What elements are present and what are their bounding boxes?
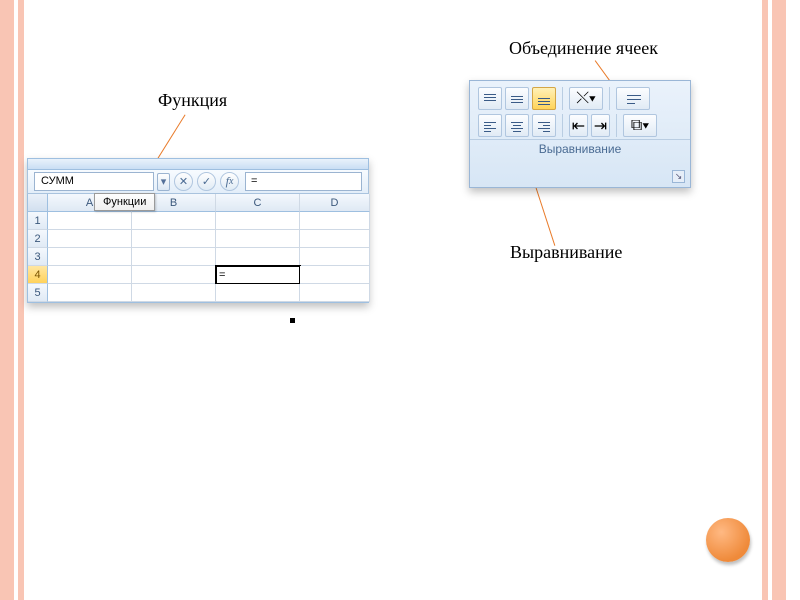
decrease-indent-icon[interactable]: ⇤ [569,114,588,137]
name-box[interactable]: СУММ [34,172,154,191]
excel-fragment: СУММ ▾ ✕ ✓ fx = A B C D 1 2 3 4 = 5 [27,158,369,303]
cell-a3[interactable] [48,248,132,266]
row-header-5[interactable]: 5 [28,284,48,302]
fill-handle[interactable] [290,318,295,323]
formula-bar[interactable]: = [245,172,362,191]
separator-icon [616,114,617,137]
orientation-icon[interactable]: ⤬▾ [569,87,603,110]
slide-number-dot [706,518,750,562]
separator-icon [609,87,610,110]
align-center-icon[interactable] [505,114,529,137]
name-box-dropdown[interactable]: ▾ [157,173,170,191]
cell-c1[interactable] [216,212,300,230]
cell-d3[interactable] [300,248,370,266]
row-header-1[interactable]: 1 [28,212,48,230]
excel-formula-row: СУММ ▾ ✕ ✓ fx = [27,170,369,194]
functions-tooltip: Функции [94,193,155,211]
separator-icon [562,87,563,110]
ribbon-row-1: ⤬▾ [470,81,690,112]
deco-bar-left-2 [18,0,24,600]
cell-a1[interactable] [48,212,132,230]
insert-function-icon[interactable]: fx [220,172,239,191]
col-header-d[interactable]: D [300,194,370,212]
cell-c5[interactable] [216,284,300,302]
align-left-icon[interactable] [478,114,502,137]
separator-icon [562,114,563,137]
spreadsheet-grid[interactable]: A B C D 1 2 3 4 = 5 [27,194,369,303]
cell-d5[interactable] [300,284,370,302]
slide-canvas: Функция Объединение ячеек Выравнивание С… [0,0,800,600]
excel-titlebar-strip [27,158,369,170]
caption-alignment: Выравнивание [510,242,622,263]
col-header-c[interactable]: C [216,194,300,212]
cell-c2[interactable] [216,230,300,248]
cell-d2[interactable] [300,230,370,248]
ribbon-row-2: ⇤ ⇥ ⧉▾ [470,112,690,139]
align-right-icon[interactable] [532,114,556,137]
caption-merge: Объединение ячеек [509,38,658,59]
cell-b5[interactable] [132,284,216,302]
select-all-corner[interactable] [28,194,48,212]
cancel-formula-icon[interactable]: ✕ [174,172,193,191]
wrap-text-icon[interactable] [616,87,650,110]
cell-c4-active[interactable]: = [216,266,300,284]
align-bottom-icon[interactable] [532,87,556,110]
cell-c3[interactable] [216,248,300,266]
merge-center-icon[interactable]: ⧉▾ [623,114,657,137]
cell-b2[interactable] [132,230,216,248]
cell-a2[interactable] [48,230,132,248]
cell-d1[interactable] [300,212,370,230]
dialog-launcher-icon[interactable]: ↘ [672,170,685,183]
cell-b4[interactable] [132,266,216,284]
row-header-2[interactable]: 2 [28,230,48,248]
cell-b1[interactable] [132,212,216,230]
increase-indent-icon[interactable]: ⇥ [591,114,610,137]
cell-b3[interactable] [132,248,216,266]
ribbon-group-title: Выравнивание [470,139,690,160]
row-header-4[interactable]: 4 [28,266,48,284]
deco-bar-right-2 [762,0,768,600]
align-top-icon[interactable] [478,87,502,110]
cell-a4[interactable] [48,266,132,284]
deco-bar-left-1 [0,0,14,600]
align-middle-icon[interactable] [505,87,529,110]
cell-a5[interactable] [48,284,132,302]
ribbon-alignment-group: ⤬▾ ⇤ ⇥ ⧉▾ Выравнивание ↘ [469,80,691,188]
cell-d4[interactable] [300,266,370,284]
deco-bar-right-1 [772,0,786,600]
caption-function: Функция [158,90,227,111]
enter-formula-icon[interactable]: ✓ [197,172,216,191]
row-header-3[interactable]: 3 [28,248,48,266]
